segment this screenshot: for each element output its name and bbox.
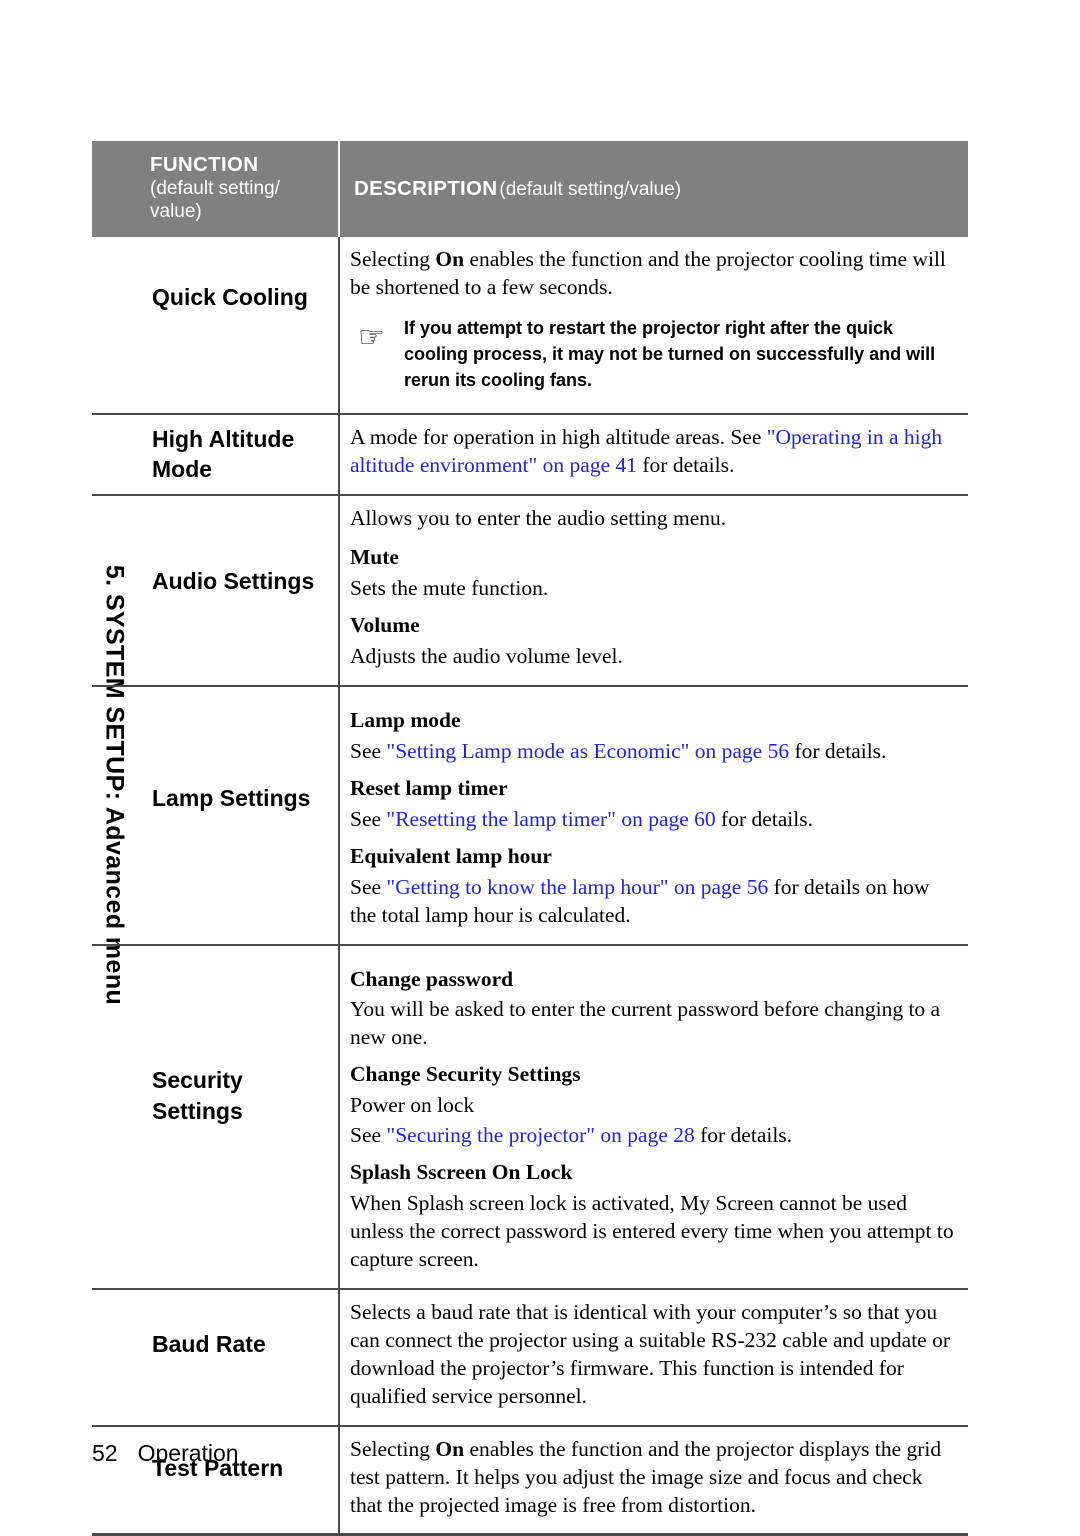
function-label: Audio Settings xyxy=(152,568,315,594)
note-block: ☞ If you attempt to restart the projecto… xyxy=(350,316,954,393)
description-security-settings: Change password You will be asked to ent… xyxy=(339,943,968,1289)
function-label: Security Settings xyxy=(152,1066,243,1124)
column-header-function-title: FUNCTION xyxy=(150,153,259,176)
desc-text-pre: See xyxy=(350,738,387,763)
description-lamp-settings: Lamp mode See "Setting Lamp mode as Econ… xyxy=(339,684,968,945)
desc-text-pre: A mode for operation in high altitude ar… xyxy=(350,425,767,450)
sub-function-body: When Splash screen lock is activated, My… xyxy=(350,1191,954,1271)
desc-text-pre: Selecting xyxy=(350,247,436,272)
sub-function-body: You will be asked to enter the current p… xyxy=(350,997,941,1050)
column-header-description-subtitle: (default setting/value) xyxy=(499,179,682,200)
column-header-description: DESCRIPTION (default setting/value) xyxy=(339,141,968,238)
description-test-pattern: Selecting On enables the function and th… xyxy=(339,1424,968,1536)
function-label: Baud Rate xyxy=(152,1330,266,1357)
column-header-description-title: DESCRIPTION xyxy=(354,177,498,200)
sub-function-body: See "Resetting the lamp timer" on page 6… xyxy=(350,806,954,834)
note-text: If you attempt to restart the projector … xyxy=(404,318,936,390)
function-description-table: FUNCTION (default setting/ value) DESCRI… xyxy=(92,141,968,1536)
desc-text-post: for details. xyxy=(789,738,887,763)
desc-text-bold: On xyxy=(435,1436,465,1461)
table-row: Quick Cooling Selecting On enables the f… xyxy=(92,237,968,415)
function-name-lamp-settings: Lamp Settings xyxy=(92,684,340,945)
cross-reference-link[interactable]: "Securing the projector" on page 28 xyxy=(386,1123,694,1147)
sub-function-heading: Equivalent lamp hour xyxy=(350,843,552,868)
cross-reference-link[interactable]: "Setting Lamp mode as Economic" on page … xyxy=(386,739,789,763)
desc-text-pre: See xyxy=(350,1123,387,1148)
desc-text-post: for details. xyxy=(715,806,813,831)
desc-text-post: for details. xyxy=(637,453,735,478)
column-header-description-line: DESCRIPTION (default setting/value) xyxy=(354,153,954,202)
function-name-audio-settings: Audio Settings xyxy=(92,494,340,686)
desc-text-bold: On xyxy=(435,247,465,272)
table-row: Lamp Settings Lamp mode See "Setting Lam… xyxy=(92,684,968,945)
description-quick-cooling: Selecting On enables the function and th… xyxy=(339,237,968,414)
description-high-altitude-mode: A mode for operation in high altitude ar… xyxy=(339,413,968,496)
function-label: High Altitude Mode xyxy=(152,425,295,483)
function-label: Quick Cooling xyxy=(152,284,308,311)
function-name-baud-rate: Baud Rate xyxy=(92,1287,340,1426)
page-footer: 52 Operation xyxy=(92,1440,239,1467)
sub-function-heading: Splash Sscreen On Lock xyxy=(350,1160,573,1185)
sub-function-body: See "Getting to know the lamp hour" on p… xyxy=(350,874,954,930)
description-paragraph: Selects a baud rate that is identical wi… xyxy=(350,1299,951,1408)
sub-function-body: See "Setting Lamp mode as Economic" on p… xyxy=(350,738,954,766)
sub-function-body: Sets the mute function. xyxy=(350,576,549,601)
description-intro: Allows you to enter the audio setting me… xyxy=(350,506,727,531)
description-paragraph: Selecting On enables the function and th… xyxy=(350,1436,954,1520)
footer-section-name: Operation xyxy=(137,1440,239,1466)
description-paragraph: Selecting On enables the function and th… xyxy=(350,246,954,302)
function-name-quick-cooling: Quick Cooling xyxy=(92,237,340,415)
sub-function-heading: Change password xyxy=(350,966,514,991)
table-row: Baud Rate Selects a baud rate that is id… xyxy=(92,1287,968,1426)
cross-reference-link[interactable]: "Resetting the lamp timer" on page 60 xyxy=(386,807,715,831)
page-number: 52 xyxy=(92,1440,118,1466)
table-header: FUNCTION (default setting/ value) DESCRI… xyxy=(92,141,968,238)
table-row: Audio Settings Allows you to enter the a… xyxy=(92,494,968,686)
sub-function-heading: Lamp mode xyxy=(350,707,461,732)
desc-text-pre: See xyxy=(350,806,387,831)
table-row: Security Settings Change password You wi… xyxy=(92,943,968,1289)
sub-function-body: Adjusts the audio volume level. xyxy=(350,644,623,669)
description-paragraph: A mode for operation in high altitude ar… xyxy=(350,424,954,480)
desc-text-post: for details. xyxy=(694,1123,793,1148)
column-header-function-subtitle: (default setting/ value) xyxy=(150,178,280,223)
sub-function-subheading: Power on lock xyxy=(350,1093,475,1118)
function-label: Lamp Settings xyxy=(152,784,311,811)
sub-function-heading: Mute xyxy=(350,545,399,570)
table-header-row: FUNCTION (default setting/ value) DESCRI… xyxy=(92,141,968,238)
sub-function-heading: Change Security Settings xyxy=(350,1062,581,1087)
sub-function-body: See "Securing the projector" on page 28 … xyxy=(350,1122,954,1150)
description-baud-rate: Selects a baud rate that is identical wi… xyxy=(339,1287,968,1426)
function-name-security-settings: Security Settings xyxy=(92,943,340,1289)
column-header-function: FUNCTION (default setting/ value) xyxy=(92,141,340,238)
desc-text-pre: Selecting xyxy=(350,1436,436,1461)
table-row: High Altitude Mode A mode for operation … xyxy=(92,413,968,496)
table-body: Quick Cooling Selecting On enables the f… xyxy=(92,237,968,1536)
pointing-hand-icon: ☞ xyxy=(358,320,385,356)
sub-function-heading: Volume xyxy=(350,613,420,638)
desc-text-pre: See xyxy=(350,874,387,899)
cross-reference-link[interactable]: "Getting to know the lamp hour" on page … xyxy=(386,875,768,899)
function-name-high-altitude-mode: High Altitude Mode xyxy=(92,413,340,496)
description-audio-settings: Allows you to enter the audio setting me… xyxy=(339,494,968,686)
sub-function-heading: Reset lamp timer xyxy=(350,775,508,800)
